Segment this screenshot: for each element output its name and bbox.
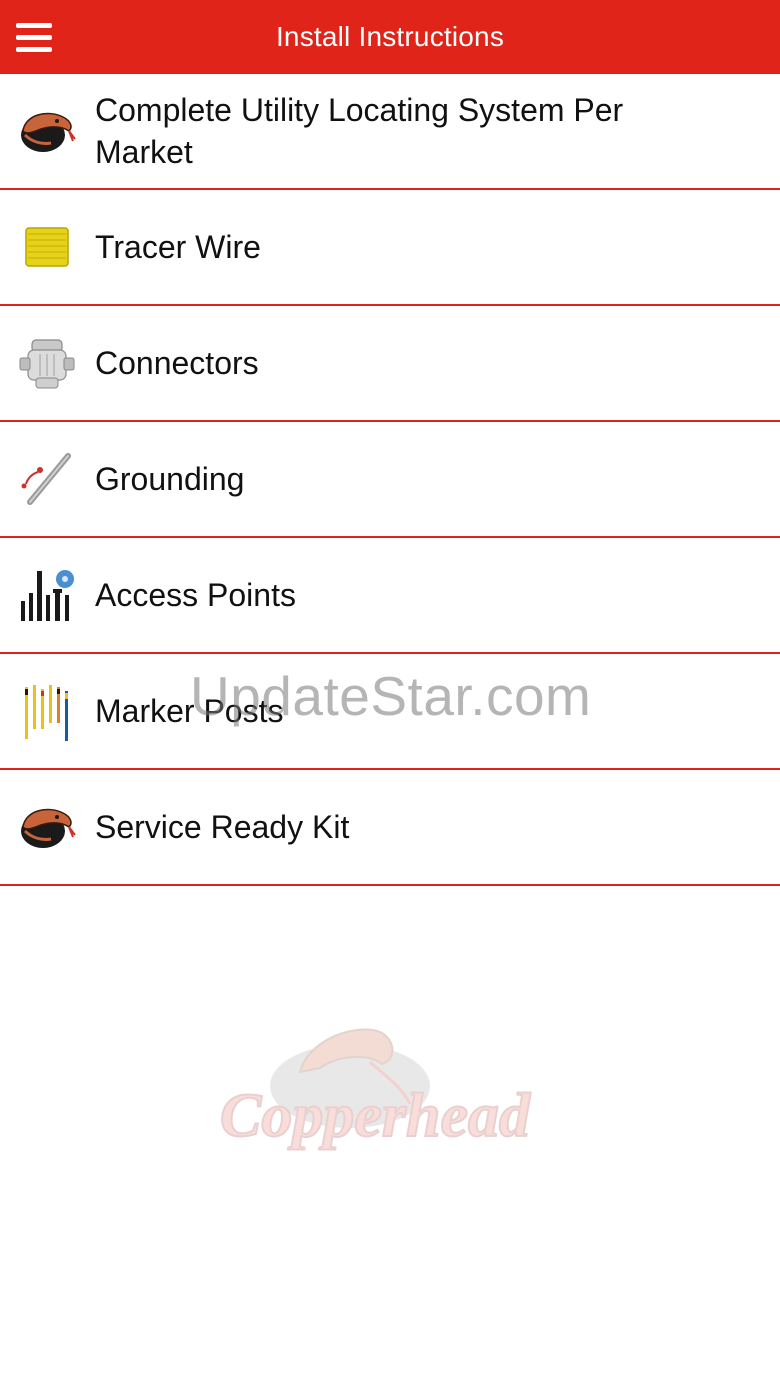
list-item-label: Service Ready Kit — [95, 809, 350, 845]
copperhead-snake-icon — [16, 796, 78, 858]
access-points-icon — [16, 564, 78, 626]
copperhead-snake-icon — [16, 100, 78, 162]
copperhead-logo-icon: Copperhead — [210, 1024, 570, 1154]
list-item-label: Access Points — [95, 577, 296, 613]
list-item-connectors[interactable]: Connectors — [0, 306, 780, 422]
instructions-list: Complete Utility Locating System Per Mar… — [0, 74, 780, 886]
app-screen: Install Instructions Complete Utility Lo… — [0, 0, 780, 1387]
list-item-grounding[interactable]: Grounding — [0, 422, 780, 538]
list-item-label: Connectors — [95, 345, 259, 381]
list-item-marker-posts[interactable]: Marker Posts — [0, 654, 780, 770]
list-item-label: Marker Posts — [95, 693, 284, 729]
list-item-access-points[interactable]: Access Points — [0, 538, 780, 654]
hamburger-menu-icon[interactable] — [14, 16, 58, 58]
list-item-service-ready-kit[interactable]: Service Ready Kit — [0, 770, 780, 886]
grounding-rod-icon — [16, 448, 78, 510]
list-item-tracer-wire[interactable]: Tracer Wire — [0, 190, 780, 306]
connector-icon — [16, 332, 78, 394]
top-bar: Install Instructions — [0, 0, 780, 74]
page-title: Install Instructions — [275, 21, 505, 52]
list-item-label: Complete Utility Locating System Per Mar… — [95, 92, 624, 170]
marker-posts-icon — [16, 680, 78, 742]
list-item-label: Tracer Wire — [95, 229, 261, 265]
wire-spool-icon — [16, 216, 78, 278]
list-item-complete-utility-locating-system[interactable]: Complete Utility Locating System Per Mar… — [0, 74, 780, 190]
logo-wordmark: Copperhead — [220, 1082, 531, 1150]
list-item-label: Grounding — [95, 461, 245, 497]
